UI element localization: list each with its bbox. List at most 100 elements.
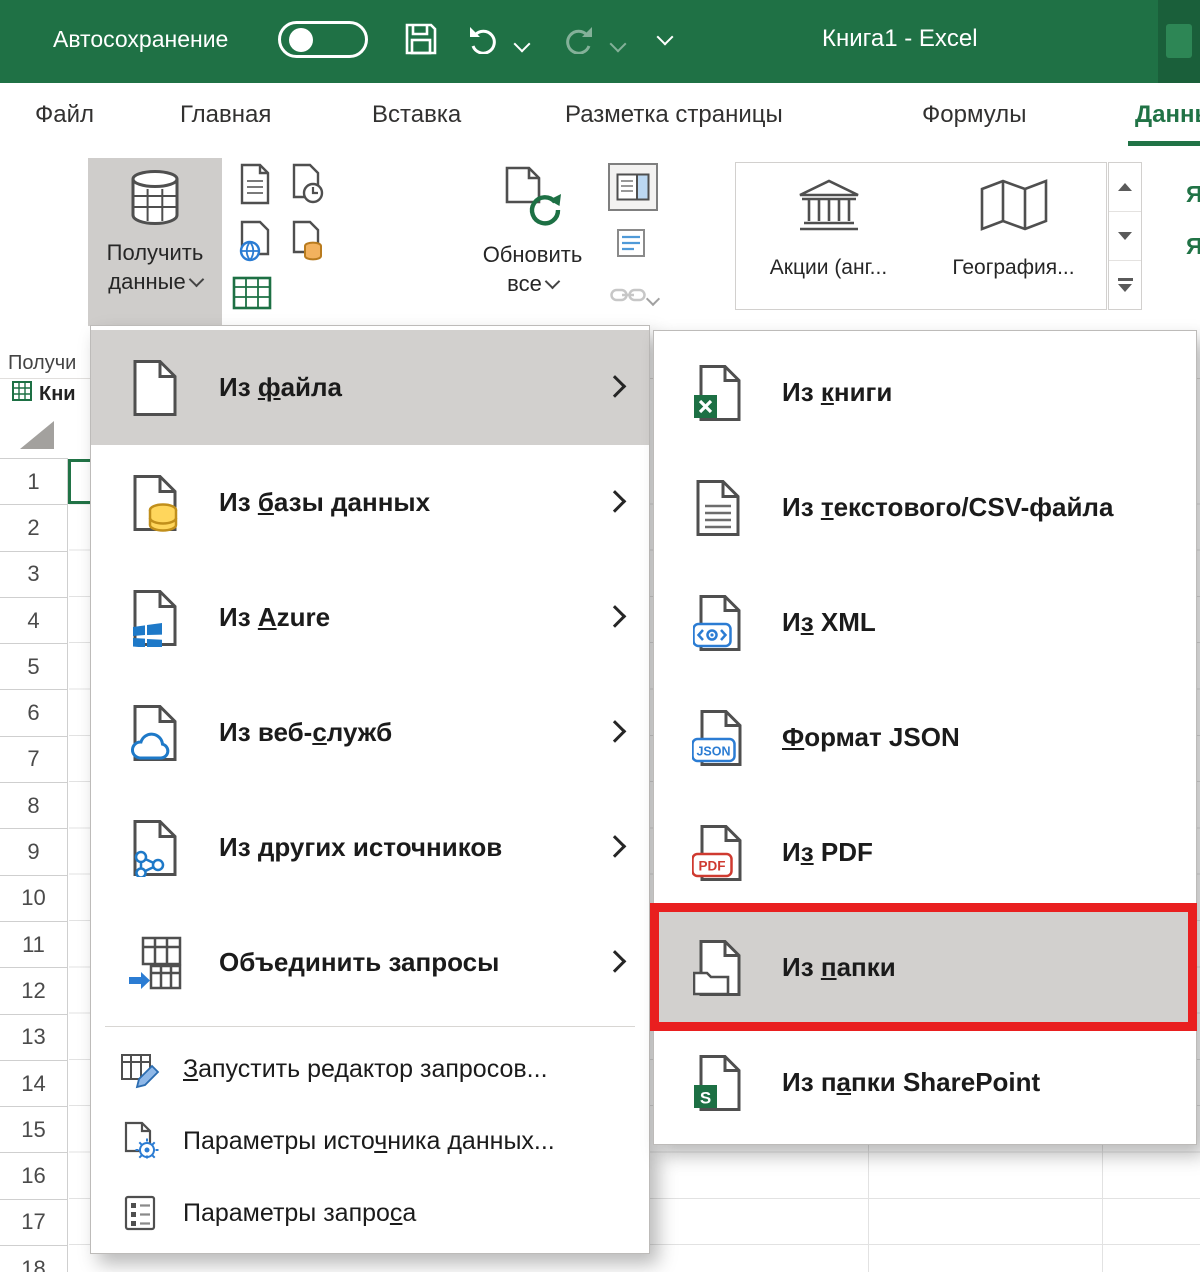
queries-connections-toggle[interactable] [608,163,658,211]
tab-formulas[interactable]: Формулы [922,101,1026,129]
row-header[interactable]: 3 [0,551,68,598]
gallery-more-button[interactable] [1109,261,1141,309]
properties-icon[interactable] [616,228,646,263]
gallery-scroll-down[interactable] [1109,212,1141,261]
row-header[interactable]: 10 [0,875,68,922]
database-file-icon [91,474,219,532]
workbook-fragment-text: Кни [39,382,76,405]
links-chevron-icon[interactable] [645,291,661,307]
json-file-icon: JSON [654,709,782,767]
save-icon[interactable] [404,22,438,61]
get-data-label-line1: Получить [106,240,204,265]
sort-az-icon[interactable]: Я [1186,181,1200,208]
geography-data-type[interactable]: География... [921,163,1106,309]
row-header[interactable]: 4 [0,597,68,645]
submenu-item-label: Из XML [782,607,876,637]
tab-file[interactable]: Файл [35,101,94,129]
file-icon [91,359,219,417]
row-header[interactable]: 5 [0,644,68,691]
sharepoint-badge-text: S [700,1088,711,1107]
menu-item-from-file[interactable]: Из файла [91,330,649,445]
recent-sources-icon[interactable] [290,163,324,210]
row-header[interactable]: 1 [0,459,68,506]
menu-item-from-online-services[interactable]: Из веб-служб [91,675,649,790]
workbook-title: Книга1 - Excel [822,25,978,52]
row-header[interactable]: 2 [0,505,68,552]
row-header[interactable]: 8 [0,783,68,830]
menu-item-label: Из веб-служб [219,717,393,747]
customize-toolbar-icon[interactable] [654,28,676,48]
menu-item-from-other-sources[interactable]: Из других источников [91,790,649,905]
from-text-icon[interactable] [238,163,272,210]
edit-links-icon[interactable] [610,284,646,311]
redo-icon[interactable] [560,22,596,59]
submenu-item-from-workbook[interactable]: Из книги [654,335,1196,450]
menu-item-label: Параметры источника данных... [183,1126,555,1155]
refresh-label-line1: Обновить [482,242,583,267]
sort-za-icon[interactable]: Я [1186,233,1200,260]
menu-item-combine-queries[interactable]: Объединить запросы [91,905,649,1020]
pdf-badge-text: PDF [699,858,726,873]
more-bar-icon [1117,278,1133,281]
row-header[interactable]: 7 [0,736,68,784]
menu-item-label: Из других источников [219,832,503,862]
tab-home[interactable]: Главная [180,101,271,129]
sheet-mini-icon [12,381,32,407]
data-source-settings-icon [111,1121,169,1161]
menu-item-label: Параметры запроса [183,1198,417,1227]
submenu-item-json[interactable]: JSON Формат JSON [654,680,1196,795]
refresh-label-line2: все [507,270,542,296]
tab-insert[interactable]: Вставка [372,101,461,129]
row-header[interactable]: 16 [0,1153,68,1200]
menu-item-label: Из файла [219,372,343,402]
row-header[interactable]: 17 [0,1199,68,1247]
data-types-gallery: Акции (анг... География... [735,162,1107,310]
row-header[interactable]: 18 [0,1246,68,1272]
down-arrow-icon [1118,232,1132,240]
undo-dropdown-chevron-icon[interactable] [513,35,531,53]
submenu-item-from-pdf[interactable]: PDF Из PDF [654,795,1196,910]
row-header[interactable]: 14 [0,1060,68,1108]
from-web-icon[interactable] [238,220,272,267]
submenu-item-from-text-csv[interactable]: Из текстового/CSV-файла [654,450,1196,565]
menu-item-query-options[interactable]: Параметры запроса [91,1177,649,1249]
redo-dropdown-chevron-icon[interactable] [609,35,627,53]
autosave-toggle[interactable] [278,21,368,58]
more-arrow-icon [1118,283,1132,292]
row-header[interactable]: 15 [0,1107,68,1154]
row-header[interactable]: 11 [0,921,68,969]
folder-file-icon [654,939,782,997]
ribbon-group-label: Получи [8,352,77,374]
menu-item-from-database[interactable]: Из базы данных [91,445,649,560]
gallery-scroll-up[interactable] [1109,163,1141,212]
menu-item-launch-query-editor[interactable]: Запустить редактор запросов... [91,1033,649,1105]
select-all-corner[interactable] [20,421,54,449]
bank-icon [796,177,862,238]
submenu-item-from-folder[interactable]: Из папки [654,910,1196,1025]
submenu-item-from-sharepoint-folder[interactable]: S Из папки SharePoint [654,1025,1196,1140]
menu-item-label: Объединить запросы [219,947,500,977]
from-table-icon[interactable] [232,276,272,315]
stocks-data-type[interactable]: Акции (анг... [736,163,921,309]
submenu-arrow-icon [603,374,627,398]
submenu-item-label: Из PDF [782,837,873,867]
get-data-button[interactable]: Получить данные [88,158,222,326]
tab-data[interactable]: Данные [1135,101,1200,129]
from-file-submenu: Из книги Из текстового/CSV-файла Из XML … [653,330,1197,1145]
row-header[interactable]: 12 [0,968,68,1015]
menu-item-from-azure[interactable]: Из Azure [91,560,649,675]
row-header[interactable]: 6 [0,690,68,737]
menu-separator [105,1026,635,1027]
xml-file-icon [654,594,782,652]
submenu-item-label: Формат JSON [782,722,960,752]
map-icon [979,177,1049,238]
submenu-item-from-xml[interactable]: Из XML [654,565,1196,680]
row-header[interactable]: 13 [0,1014,68,1061]
undo-icon[interactable] [466,22,502,59]
tab-layout[interactable]: Разметка страницы [565,101,783,129]
refresh-all-button[interactable]: Обновить все [455,158,610,326]
existing-connections-icon[interactable] [290,220,324,267]
menu-item-data-source-settings[interactable]: Параметры источника данных... [91,1105,649,1177]
dropdown-chevron-icon [544,273,561,289]
row-header[interactable]: 9 [0,829,68,876]
